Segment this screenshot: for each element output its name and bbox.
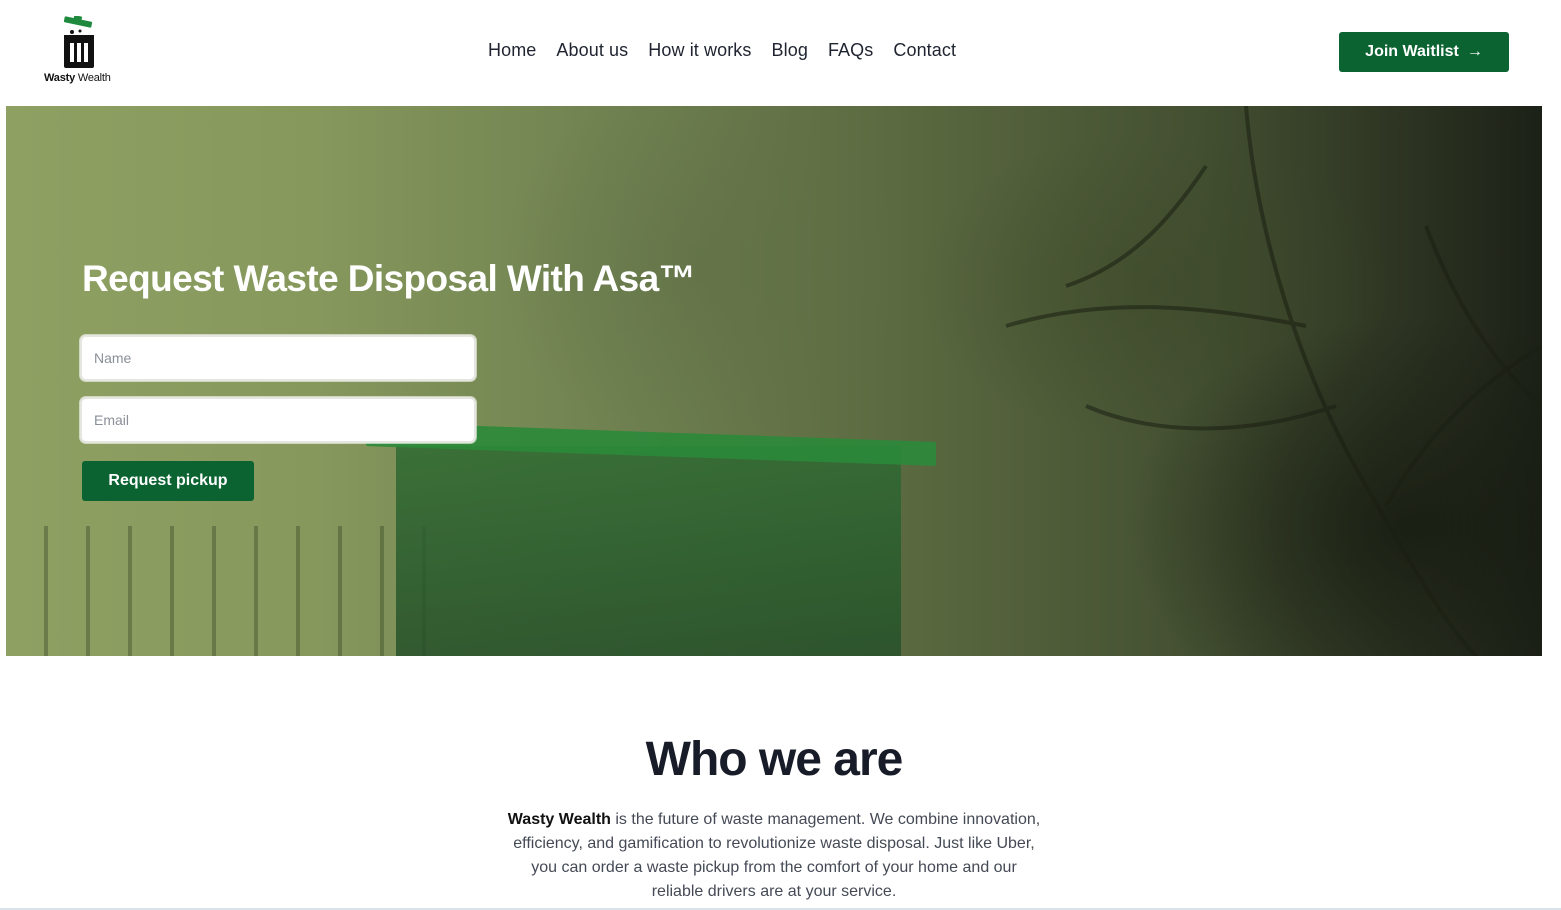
name-input[interactable] — [82, 337, 474, 379]
trash-bin-icon — [63, 16, 94, 68]
logo-text: Wasty Wealth — [44, 72, 111, 84]
nav-how-it-works[interactable]: How it works — [648, 40, 751, 61]
nav-about-us[interactable]: About us — [556, 40, 628, 61]
logo[interactable]: Wasty Wealth — [44, 16, 114, 88]
waste-bin-decoration — [396, 446, 901, 656]
hero-title: Request Waste Disposal With Asa™ — [82, 258, 696, 299]
nav-faqs[interactable]: FAQs — [828, 40, 873, 61]
nav-home[interactable]: Home — [488, 40, 536, 61]
who-we-are-text: Wasty Wealth is the future of waste mana… — [504, 808, 1044, 904]
brand-name: Wasty Wealth — [507, 811, 611, 828]
hero-banner: Request Waste Disposal With Asa™ Request… — [6, 106, 1542, 656]
email-input[interactable] — [82, 399, 474, 441]
join-waitlist-label: Join Waitlist — [1365, 43, 1459, 60]
who-we-are-heading: Who we are — [645, 733, 904, 786]
request-pickup-button[interactable]: Request pickup — [82, 461, 254, 501]
site-header: Wasty Wealth Home About us How it works … — [0, 0, 1561, 106]
email-field[interactable] — [80, 397, 476, 443]
nav-contact[interactable]: Contact — [893, 40, 956, 61]
join-waitlist-button[interactable]: Join Waitlist → — [1339, 32, 1509, 72]
nav-blog[interactable]: Blog — [772, 40, 808, 61]
arrow-right-icon: → — [1466, 43, 1483, 60]
name-field[interactable] — [80, 335, 476, 381]
railing-decoration — [6, 526, 426, 656]
main-nav: Home About us How it works Blog FAQs Con… — [488, 40, 956, 61]
